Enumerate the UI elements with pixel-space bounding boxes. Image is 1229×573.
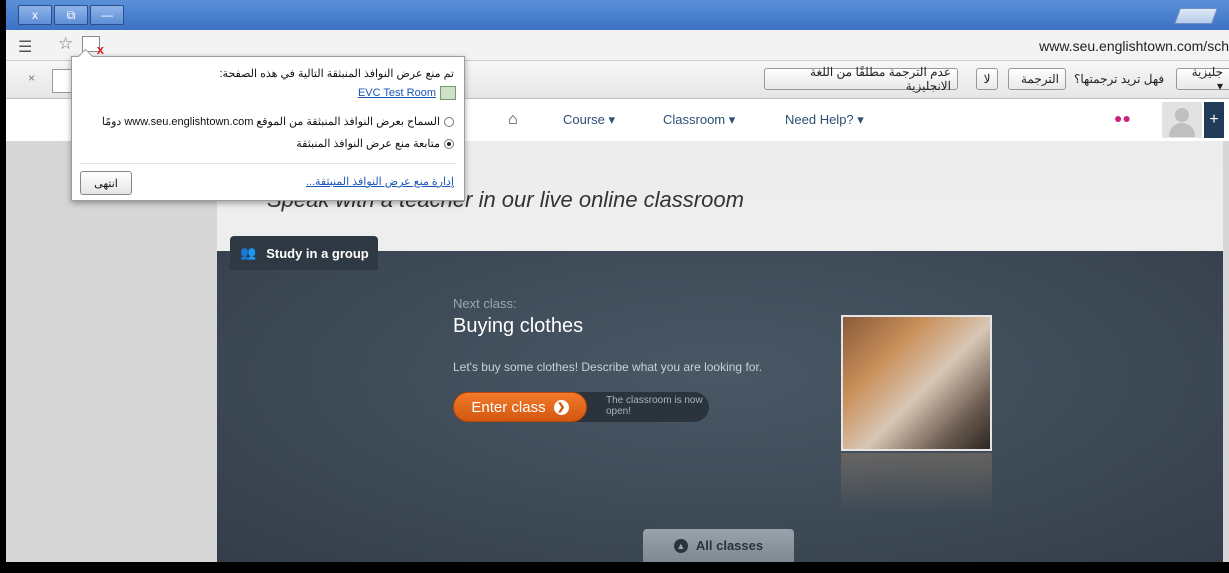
page-background: Speak with a teacher in our live online …: [6, 141, 1229, 562]
study-group-tab[interactable]: 👥 Study in a group: [230, 236, 378, 270]
bookmark-star-icon[interactable]: ☆: [58, 34, 73, 54]
allow-radio[interactable]: [444, 116, 454, 127]
nav-course[interactable]: Course ▾: [563, 112, 615, 128]
evc-test-room-link[interactable]: EVC Test Room: [358, 87, 436, 99]
manage-popup-blocking-link[interactable]: إدارة منع عرض النوافذ المنبثقة...: [306, 175, 454, 188]
block-option-label: متابعة منع عرض النوافذ المنبثقة: [296, 138, 440, 150]
never-translate-button[interactable]: عدم الترجمة مطلقًا من اللغة الانجليزية: [764, 65, 958, 93]
allow-option-label: السماح بعرض النوافذ المنبثقة من الموقع w…: [101, 116, 440, 128]
window-restore-button[interactable]: ⧉: [54, 5, 88, 25]
address-bar[interactable]: www.seu.englishtown.com/sch: [1039, 38, 1229, 54]
translate-bar-close-icon[interactable]: ×: [28, 71, 35, 85]
window-icon: [440, 86, 456, 100]
divider: [80, 163, 456, 164]
add-button[interactable]: +: [1204, 102, 1224, 138]
chevron-up-icon: ▲: [673, 538, 688, 553]
arrow-right-icon: ❯: [553, 399, 569, 415]
block-popups-option[interactable]: متابعة منع عرض النوافذ المنبثقة: [296, 137, 454, 150]
home-icon[interactable]: ⌂: [508, 111, 518, 129]
new-tab-button[interactable]: [1174, 8, 1218, 24]
enter-class-label: Enter class: [471, 398, 546, 416]
translate-question: فهل تريد ترجمتها؟: [1074, 72, 1165, 86]
main-content: Speak with a teacher in our live online …: [217, 141, 1223, 562]
translate-button[interactable]: الترجمة: [1008, 68, 1066, 90]
block-radio[interactable]: [444, 138, 454, 149]
study-tab-label: Study in a group: [266, 245, 369, 261]
class-photo: [841, 315, 992, 451]
popup-heading: تم منع عرض النوافذ المنبثقة التالية في ه…: [219, 68, 455, 80]
enter-class-button[interactable]: Enter class ❯: [453, 392, 587, 422]
class-panel: [217, 251, 1223, 562]
classroom-open-note: The classroom is now open!: [606, 395, 703, 417]
nav-classroom[interactable]: Classroom ▾: [663, 112, 735, 128]
popup-blocked-bubble: تم منع عرض النوافذ المنبثقة التالية في ه…: [71, 48, 465, 201]
allow-popups-option[interactable]: السماح بعرض النوافذ المنبثقة من الموقع w…: [102, 115, 454, 128]
enter-class-group: Enter class ❯ The classroom is now open!: [453, 392, 709, 422]
screen-bottom-border: [6, 562, 1229, 573]
group-icon[interactable]: ●●: [1114, 110, 1131, 126]
done-button[interactable]: انتهى: [80, 171, 132, 195]
class-description: Let's buy some clothes! Describe what yo…: [453, 360, 763, 374]
window-close-button[interactable]: x: [18, 5, 52, 25]
all-classes-button[interactable]: ▲ All classes: [643, 529, 794, 562]
class-title: Buying clothes: [453, 315, 584, 337]
window-titlebar: x ⧉ —: [6, 0, 1229, 30]
no-translate-button[interactable]: لا: [976, 68, 998, 90]
nav-help[interactable]: Need Help? ▾: [785, 112, 864, 128]
next-class-label: Next class:: [453, 296, 517, 311]
source-language-select[interactable]: جليزية ▾: [1176, 65, 1229, 93]
menu-icon[interactable]: ☰: [18, 37, 32, 57]
class-photo-reflection: [841, 453, 992, 513]
avatar[interactable]: [1162, 102, 1202, 138]
window-minimize-button[interactable]: —: [90, 5, 124, 25]
group-icon: 👥: [240, 245, 257, 260]
all-classes-label: All classes: [695, 538, 764, 553]
